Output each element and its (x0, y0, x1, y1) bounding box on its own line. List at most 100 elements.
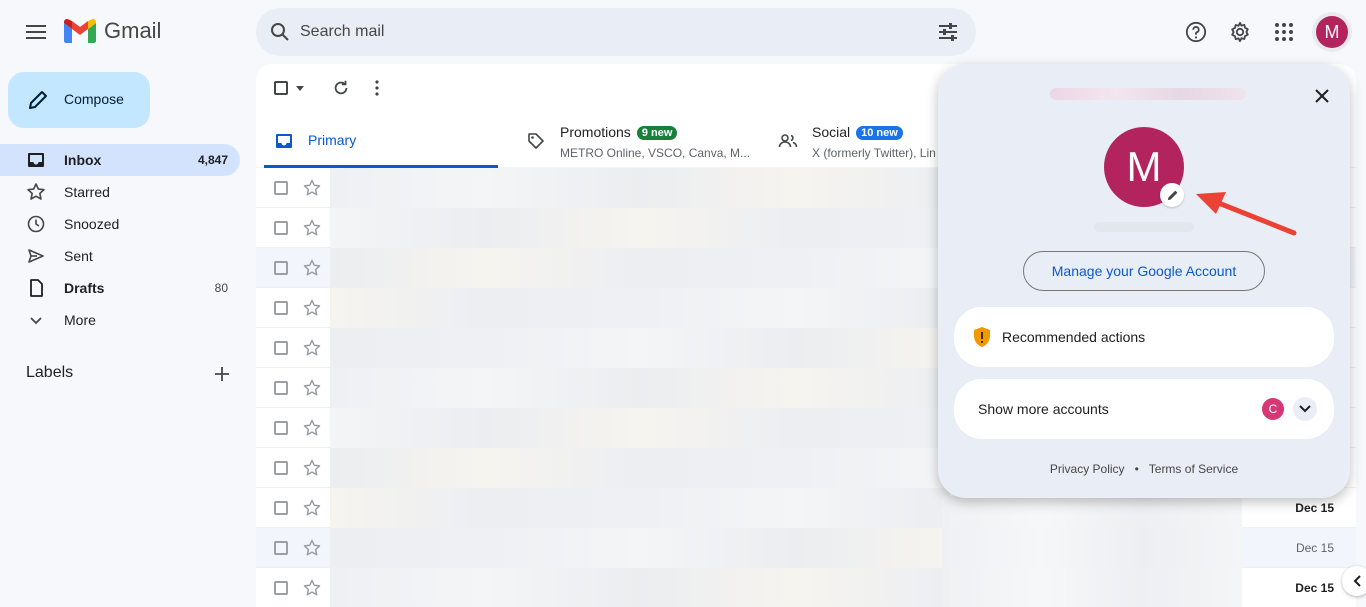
avatar: M (1316, 16, 1348, 48)
sidebar-item-inbox[interactable]: Inbox 4,847 (0, 144, 240, 176)
star-icon[interactable] (302, 458, 322, 478)
more-vert-icon (375, 80, 379, 96)
account-avatar-button[interactable]: M (1312, 12, 1352, 52)
star-icon[interactable] (302, 378, 322, 398)
shield-alert-icon (974, 327, 990, 347)
sidebar-item-label: Drafts (64, 280, 105, 296)
sidebar-item-starred[interactable]: Starred (0, 176, 240, 208)
redacted-email-preview (330, 168, 950, 208)
redacted-email-preview (330, 328, 950, 368)
draft-icon (30, 279, 43, 297)
star-icon[interactable] (302, 538, 322, 558)
sidebar-item-snoozed[interactable]: Snoozed (0, 208, 240, 240)
hamburger-icon (26, 25, 46, 39)
star-icon[interactable] (302, 418, 322, 438)
tab-primary[interactable]: Primary (264, 116, 498, 168)
terms-of-service-link[interactable]: Terms of Service (1149, 462, 1238, 476)
row-checkbox[interactable] (274, 301, 288, 315)
sidebar-item-label: More (64, 312, 96, 328)
help-icon (1185, 21, 1207, 43)
row-checkbox[interactable] (274, 461, 288, 475)
checkbox-box (274, 81, 288, 95)
star-icon[interactable] (302, 578, 322, 598)
row-checkbox[interactable] (274, 541, 288, 555)
compose-button[interactable]: Compose (8, 72, 150, 128)
redacted-content (942, 496, 1242, 607)
refresh-icon (334, 80, 348, 95)
tab-social[interactable]: Social 10 new X (formerly Twitter), Lin (768, 116, 938, 168)
star-icon[interactable] (302, 218, 322, 238)
main-menu-button[interactable] (16, 12, 56, 52)
sidebar-nav: Inbox 4,847 Starred Snoozed Sent Drafts … (0, 144, 256, 336)
new-count-badge: 9 new (636, 126, 678, 140)
inbox-icon (28, 153, 44, 167)
search-icon[interactable] (268, 20, 292, 44)
pencil-icon (29, 91, 47, 109)
side-panel-toggle[interactable] (1342, 566, 1366, 596)
manage-account-button[interactable]: Manage your Google Account (1023, 251, 1265, 291)
settings-button[interactable] (1220, 12, 1260, 52)
show-more-accounts-label: Show more accounts (978, 401, 1109, 417)
tab-promotions[interactable]: Promotions 9 new METRO Online, VSCO, Canv… (516, 116, 766, 168)
email-date: Dec 15 (1295, 541, 1334, 555)
star-icon (27, 183, 45, 200)
tag-icon (528, 133, 544, 149)
gmail-logo[interactable]: Gmail (64, 18, 161, 44)
star-icon[interactable] (302, 498, 322, 518)
add-label-icon[interactable] (212, 364, 232, 384)
caret-down-icon[interactable] (296, 85, 304, 91)
show-more-accounts-card[interactable]: Show more accounts C (954, 379, 1334, 439)
close-icon (1315, 89, 1329, 103)
sidebar-item-more[interactable]: More (0, 304, 240, 336)
unread-count: 4,847 (197, 153, 228, 167)
search-bar[interactable] (256, 8, 976, 56)
row-checkbox[interactable] (274, 381, 288, 395)
expand-accounts-button[interactable] (1293, 397, 1317, 421)
star-icon[interactable] (302, 338, 322, 358)
sidebar-item-label: Starred (64, 184, 110, 200)
send-icon (28, 249, 44, 263)
row-checkbox[interactable] (274, 261, 288, 275)
email-date: Dec 15 (1295, 501, 1334, 515)
chevron-down-icon (1299, 405, 1311, 413)
row-checkbox[interactable] (274, 581, 288, 595)
separator-dot: • (1134, 462, 1139, 476)
tab-senders: METRO Online, VSCO, Canva, M... (560, 146, 751, 160)
edit-photo-button[interactable] (1160, 183, 1184, 207)
top-header: Gmail M (0, 0, 1366, 64)
row-checkbox[interactable] (274, 501, 288, 515)
sidebar-item-drafts[interactable]: Drafts 80 (0, 272, 240, 304)
tab-senders: X (formerly Twitter), Lin (812, 146, 936, 160)
chevron-down-icon (30, 317, 42, 325)
star-icon[interactable] (302, 178, 322, 198)
pencil-icon (1167, 190, 1177, 200)
select-all-checkbox[interactable] (274, 76, 304, 100)
redacted-email (1050, 88, 1246, 100)
account-popup: M Manage your Google Account Recommended… (938, 64, 1350, 498)
row-checkbox[interactable] (274, 341, 288, 355)
compose-label: Compose (64, 91, 124, 107)
star-icon[interactable] (302, 258, 322, 278)
people-icon (778, 134, 798, 148)
search-options-icon[interactable] (936, 20, 960, 44)
chevron-left-icon (1353, 575, 1361, 587)
sidebar-item-sent[interactable]: Sent (0, 240, 240, 272)
recommended-actions-card[interactable]: Recommended actions (954, 307, 1334, 367)
privacy-policy-link[interactable]: Privacy Policy (1050, 462, 1125, 476)
more-options-button[interactable] (374, 76, 380, 100)
redacted-email-preview (330, 488, 950, 528)
app-name: Gmail (104, 18, 162, 43)
row-checkbox[interactable] (274, 221, 288, 235)
gmail-m-icon (64, 19, 96, 43)
close-button[interactable] (1306, 80, 1338, 112)
row-checkbox[interactable] (274, 181, 288, 195)
search-input[interactable] (300, 20, 900, 44)
apps-button[interactable] (1264, 12, 1304, 52)
redacted-name (1094, 222, 1194, 232)
redacted-email-preview (330, 528, 950, 568)
help-button[interactable] (1176, 12, 1216, 52)
star-icon[interactable] (302, 298, 322, 318)
refresh-button[interactable] (332, 76, 350, 100)
sidebar-item-label: Snoozed (64, 216, 120, 232)
row-checkbox[interactable] (274, 421, 288, 435)
